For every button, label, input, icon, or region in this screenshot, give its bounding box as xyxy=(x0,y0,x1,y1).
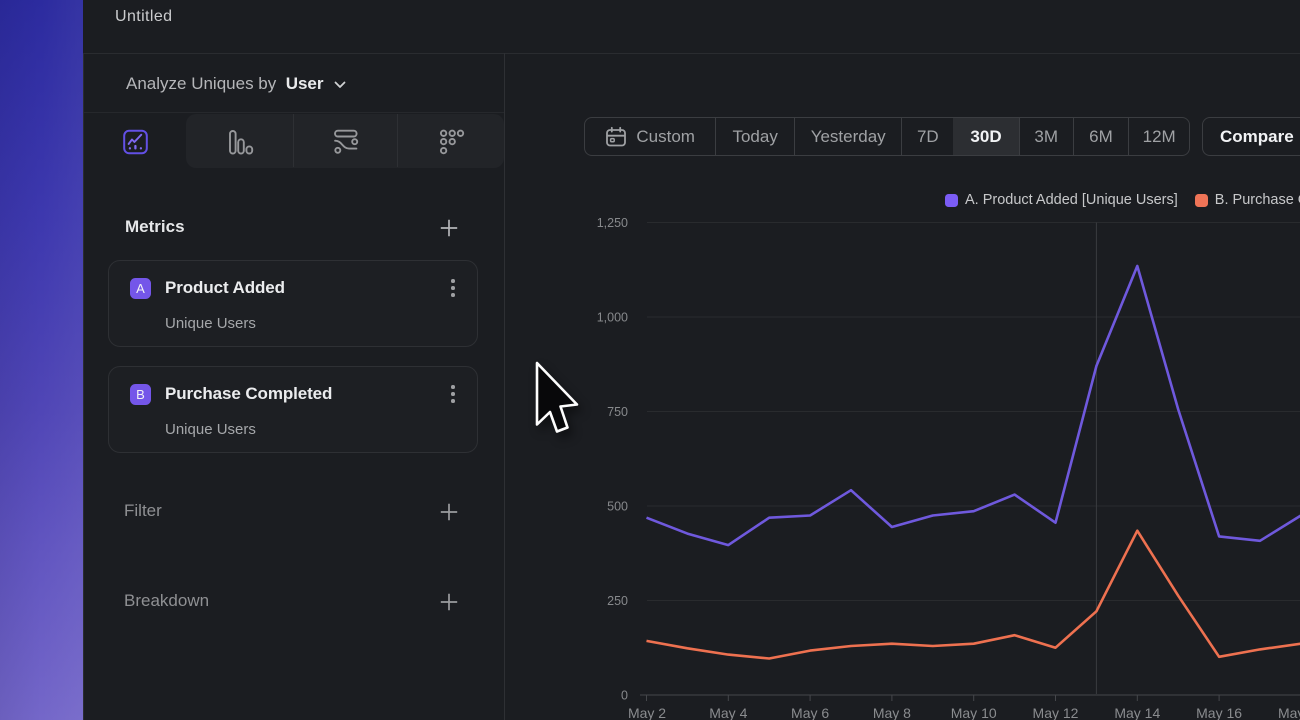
svg-text:May 8: May 8 xyxy=(873,705,911,720)
svg-text:May 10: May 10 xyxy=(951,705,997,720)
svg-text:1,000: 1,000 xyxy=(597,311,628,325)
svg-text:250: 250 xyxy=(607,594,628,608)
svg-text:May 16: May 16 xyxy=(1196,705,1242,720)
svg-text:May 18: May 18 xyxy=(1278,705,1300,720)
svg-text:May 4: May 4 xyxy=(709,705,747,720)
svg-text:May 14: May 14 xyxy=(1114,705,1160,720)
svg-text:May 12: May 12 xyxy=(1033,705,1079,720)
svg-text:0: 0 xyxy=(621,689,628,703)
svg-text:May 6: May 6 xyxy=(791,705,829,720)
svg-text:750: 750 xyxy=(607,405,628,419)
svg-text:May 2: May 2 xyxy=(628,705,666,720)
svg-text:500: 500 xyxy=(607,500,628,514)
svg-text:1,250: 1,250 xyxy=(597,216,628,230)
